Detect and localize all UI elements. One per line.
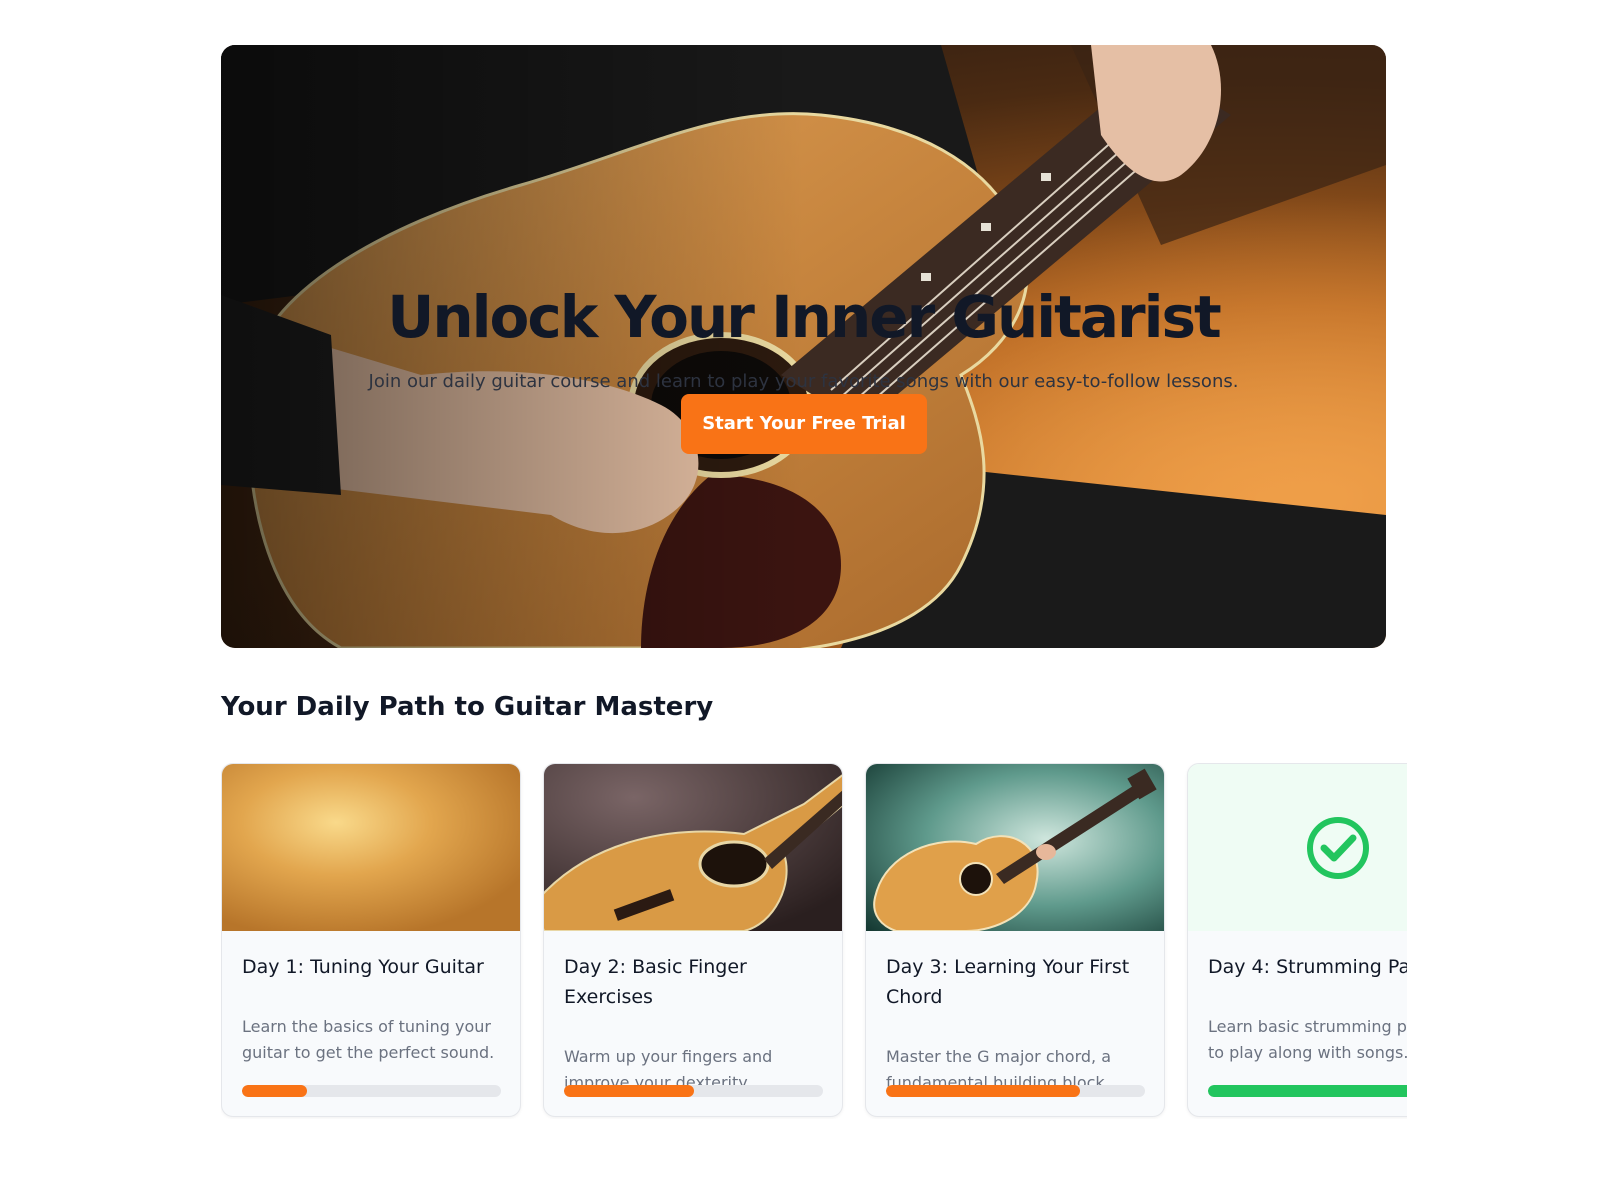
page: Unlock Your Inner Guitarist Join our dai… <box>0 0 1600 1179</box>
start-free-trial-button[interactable]: Start Your Free Trial <box>681 394 927 454</box>
progress-fill <box>242 1085 307 1097</box>
progress-fill <box>886 1085 1081 1097</box>
progress-fill <box>564 1085 694 1097</box>
completed-image <box>1188 764 1407 931</box>
acoustic-guitar-image <box>544 764 842 931</box>
lesson-progress-bar <box>886 1085 1145 1097</box>
lesson-card-day-1[interactable]: Day 1: Tuning Your Guitar Learn the basi… <box>221 763 521 1117</box>
section-title: Your Daily Path to Guitar Mastery <box>221 692 714 722</box>
lesson-progress-bar <box>242 1085 501 1097</box>
lesson-carousel[interactable]: Day 1: Tuning Your Guitar Learn the basi… <box>221 763 1407 1119</box>
lesson-title: Day 3: Learning Your First Chord <box>886 956 1130 1008</box>
hero-subtitle: Join our daily guitar course and learn t… <box>368 371 1239 392</box>
lesson-card-day-3[interactable]: Day 3: Learning Your First Chord Master … <box>865 763 1165 1117</box>
check-circle-icon <box>1188 764 1407 931</box>
hero-banner: Unlock Your Inner Guitarist Join our dai… <box>221 45 1386 648</box>
lesson-description: Learn the basics of tuning your guitar t… <box>242 1017 495 1062</box>
lesson-progress-bar <box>1208 1085 1407 1097</box>
lesson-title: Day 2: Basic Finger Exercises <box>564 956 747 1008</box>
lesson-progress-bar <box>564 1085 823 1097</box>
hero-title: Unlock Your Inner Guitarist <box>387 283 1222 351</box>
lesson-card-day-4[interactable]: Day 4: Strumming Patterns Learn basic st… <box>1187 763 1407 1117</box>
lesson-card-day-2[interactable]: Day 2: Basic Finger Exercises Warm up yo… <box>543 763 843 1117</box>
golden-gradient-image <box>222 764 520 931</box>
progress-fill <box>1208 1085 1407 1097</box>
lesson-description: Learn basic strumming patterns to play a… <box>1208 1017 1407 1062</box>
lesson-title: Day 1: Tuning Your Guitar <box>242 956 484 978</box>
guitar-teal-image <box>866 764 1164 931</box>
lesson-title: Day 4: Strumming Patterns <box>1208 956 1407 978</box>
